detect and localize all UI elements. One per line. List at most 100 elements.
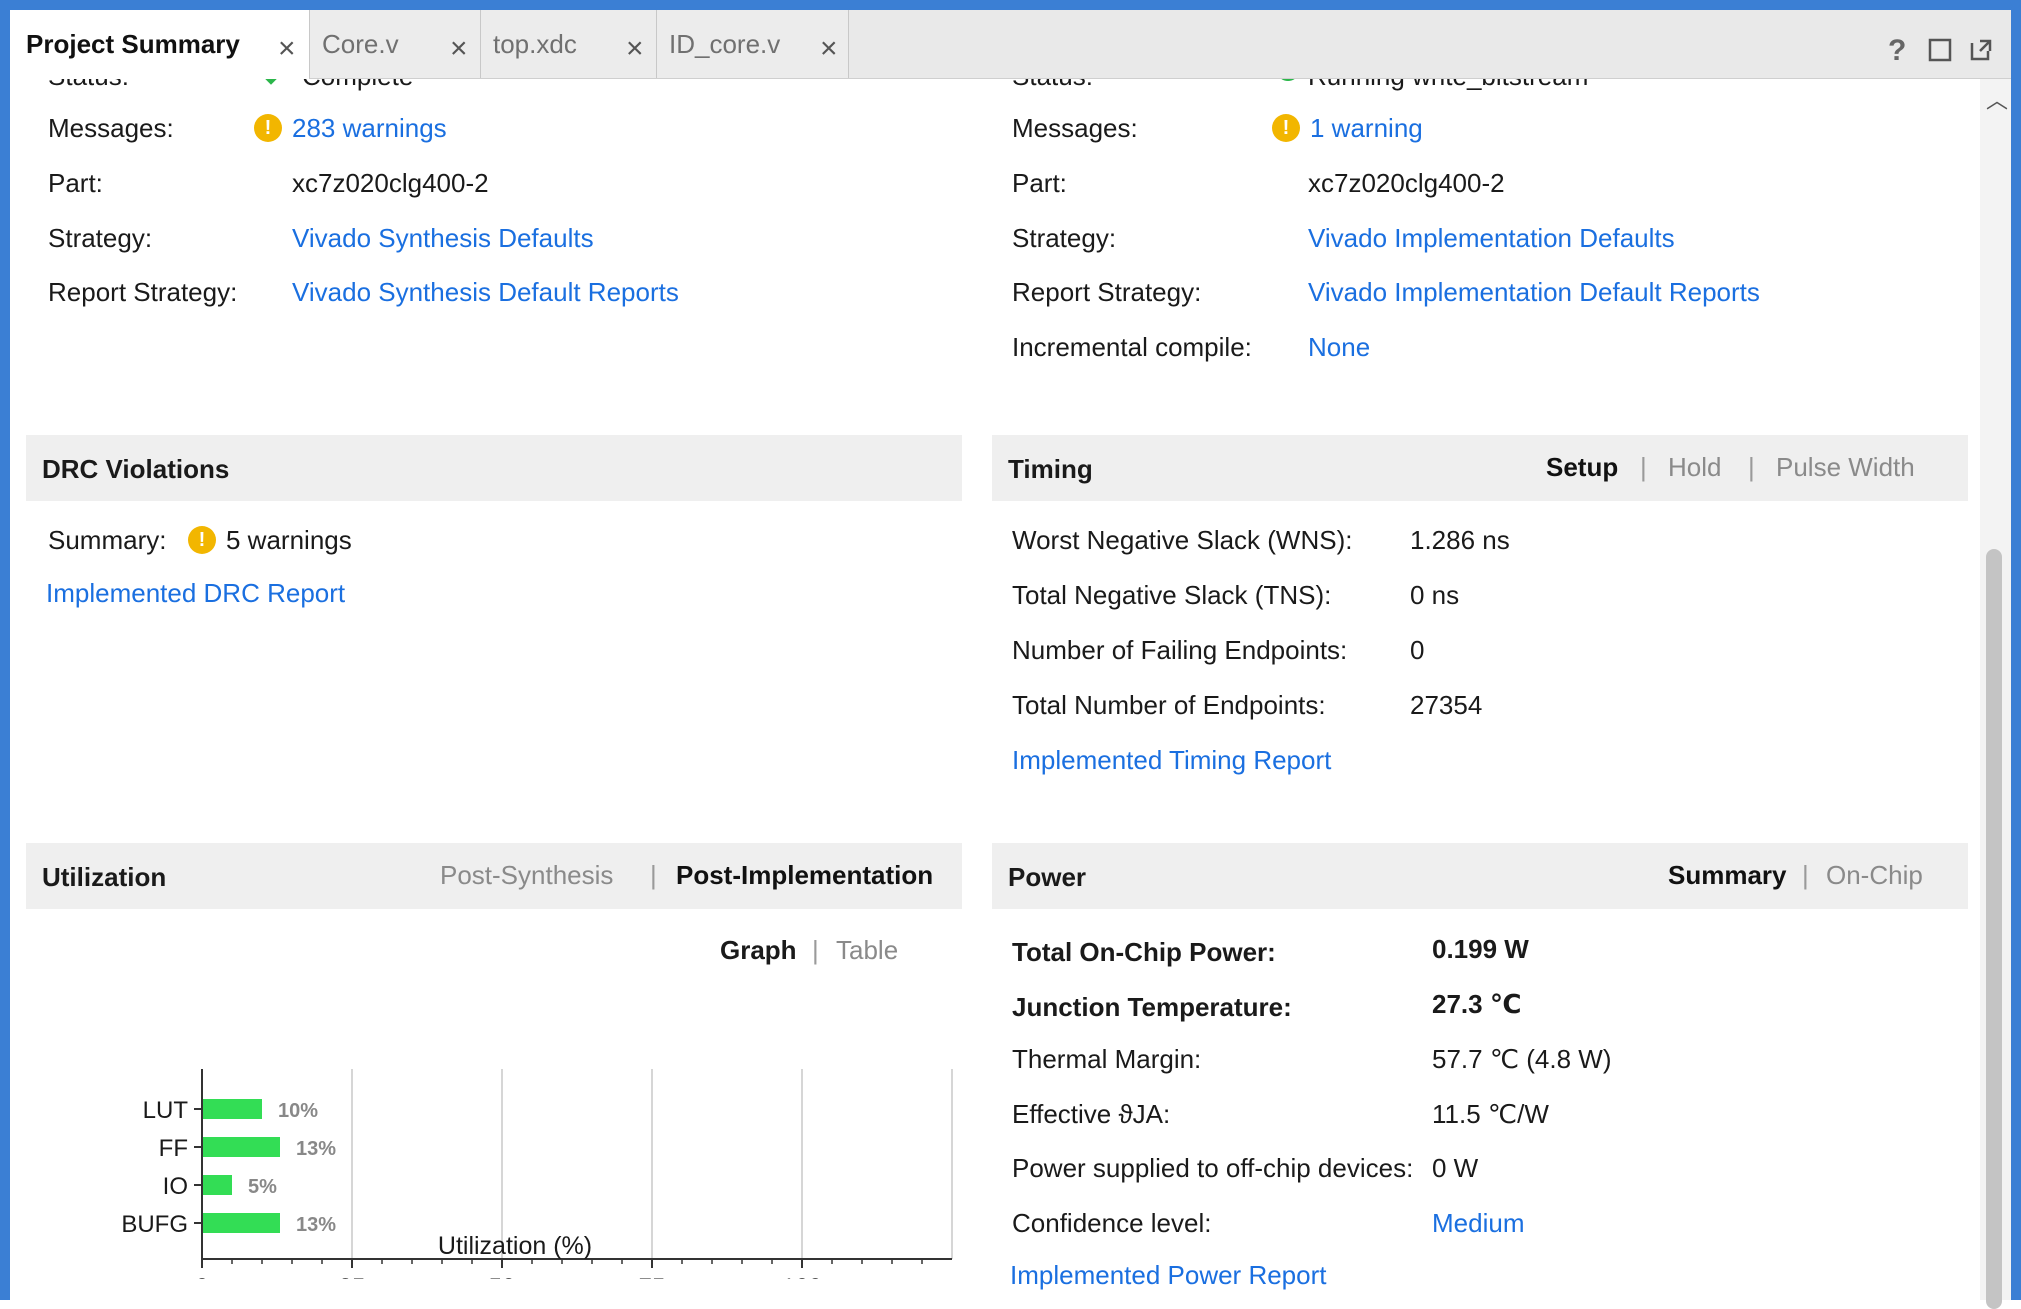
- synthesis-report-strategy-link[interactable]: Vivado Synthesis Default Reports: [292, 277, 679, 307]
- tab-core-v[interactable]: Core.v ×: [310, 10, 481, 78]
- tab-label: Core.v: [322, 29, 399, 59]
- warning-icon: !: [1272, 114, 1300, 142]
- synthesis-warnings-link[interactable]: 283 warnings: [292, 113, 447, 143]
- utilization-chart: 10% 13% 5% 13% 0 25 50 75 100 LUT FF IO BUFG Utiliz…: [121, 1069, 953, 1279]
- close-icon[interactable]: ×: [820, 34, 838, 64]
- chart-grid: [351, 1069, 953, 1259]
- utilization-title: Utilization: [42, 862, 167, 892]
- utilization-tab-post-implementation[interactable]: Post-Implementation: [676, 860, 933, 891]
- timing-tab-hold[interactable]: Hold: [1668, 452, 1721, 483]
- offchip-power-label: Power supplied to off-chip devices:: [1012, 1153, 1414, 1183]
- tab-label: ID_core.v: [669, 29, 781, 59]
- synthesis-status-row: Status: Complete: [48, 79, 548, 91]
- float-icon[interactable]: [1968, 37, 1994, 63]
- implementation-warnings-link[interactable]: 1 warning: [1310, 113, 1423, 143]
- tab-label: Project Summary: [26, 29, 240, 59]
- timing-report-link[interactable]: Implemented Timing Report: [1012, 745, 1331, 775]
- tab-separator: |: [650, 860, 657, 890]
- drc-header: DRC Violations: [26, 435, 962, 501]
- power-tab-summary[interactable]: Summary: [1668, 860, 1787, 891]
- messages-label: Messages:: [48, 113, 174, 143]
- x-tick-label: 100: [782, 1274, 822, 1279]
- running-icon: [1276, 79, 1300, 81]
- report-strategy-label: Report Strategy:: [48, 277, 238, 307]
- data-label: 13%: [296, 1138, 336, 1160]
- thermal-margin-value: 57.7 ℃ (4.8 W): [1432, 1044, 1612, 1074]
- tab-project-summary[interactable]: Project Summary ×: [10, 10, 310, 79]
- tab-label: top.xdc: [493, 29, 577, 59]
- junction-temp-label: Junction Temperature:: [1012, 992, 1292, 1022]
- strategy-label: Strategy:: [1012, 223, 1117, 253]
- power-title: Power: [1008, 862, 1087, 892]
- close-icon[interactable]: ×: [626, 34, 644, 64]
- implementation-status-row: Status: Running write_bitstream: [1012, 79, 1712, 91]
- confidence-level-label: Confidence level:: [1012, 1208, 1212, 1238]
- effective-theta-label: Effective ϑJA:: [1012, 1099, 1171, 1129]
- data-label: 13%: [296, 1214, 336, 1236]
- warning-icon: !: [254, 114, 282, 142]
- tns-label: Total Negative Slack (TNS):: [1012, 580, 1332, 610]
- drc-summary-value: 5 warnings: [226, 525, 352, 555]
- tab-separator: |: [1802, 860, 1809, 890]
- project-summary-content: Status: Complete Messages: ! 283 warning…: [10, 79, 1980, 1300]
- bar-io: [202, 1175, 232, 1195]
- utilization-view-table[interactable]: Table: [836, 935, 898, 965]
- wns-label: Worst Negative Slack (WNS):: [1012, 525, 1353, 555]
- drc-summary-label: Summary:: [48, 525, 167, 555]
- tab-bar: Project Summary × Core.v × top.xdc × ID_…: [10, 10, 2011, 79]
- category-label: IO: [163, 1173, 188, 1200]
- category-label: FF: [159, 1135, 188, 1162]
- maximize-icon[interactable]: [1928, 38, 1952, 62]
- thermal-margin-label: Thermal Margin:: [1012, 1044, 1202, 1074]
- tab-top-xdc[interactable]: top.xdc ×: [481, 10, 657, 78]
- power-header: Power Summary | On-Chip: [992, 843, 1968, 909]
- timing-header: Timing Setup | Hold | Pulse Width: [992, 435, 1968, 501]
- wns-value: 1.286 ns: [1410, 525, 1510, 555]
- tab-separator: |: [1640, 452, 1647, 482]
- effective-theta-value: 11.5 ℃/W: [1432, 1099, 1549, 1129]
- help-icon[interactable]: ?: [1888, 36, 1906, 66]
- total-power-label: Total On-Chip Power:: [1012, 937, 1276, 967]
- scrollbar-thumb[interactable]: [1986, 549, 2002, 1309]
- timing-tab-setup[interactable]: Setup: [1546, 452, 1618, 483]
- power-tab-on-chip[interactable]: On-Chip: [1826, 860, 1923, 891]
- close-icon[interactable]: ×: [450, 34, 468, 64]
- status-value: Complete: [302, 79, 413, 91]
- timing-tab-pulse-width[interactable]: Pulse Width: [1776, 452, 1915, 483]
- timing-title: Timing: [1008, 454, 1093, 484]
- total-endpoints-label: Total Number of Endpoints:: [1012, 690, 1326, 720]
- status-label: Status:: [48, 79, 129, 91]
- warning-icon: !: [188, 526, 216, 554]
- power-report-link[interactable]: Implemented Power Report: [1010, 1260, 1326, 1290]
- data-label: 10%: [278, 1100, 318, 1122]
- incremental-compile-label: Incremental compile:: [1012, 332, 1252, 362]
- implementation-strategy-link[interactable]: Vivado Implementation Defaults: [1308, 223, 1675, 253]
- part-value: xc7z020clg400-2: [1308, 168, 1505, 198]
- tab-id-core-v[interactable]: ID_core.v ×: [657, 10, 849, 78]
- bar-lut: [202, 1099, 262, 1119]
- close-icon[interactable]: ×: [278, 34, 296, 64]
- messages-label: Messages:: [1012, 113, 1138, 143]
- incremental-compile-link[interactable]: None: [1308, 332, 1370, 362]
- total-power-value: 0.199 W: [1432, 934, 1529, 964]
- report-strategy-label: Report Strategy:: [1012, 277, 1202, 307]
- total-endpoints-value: 27354: [1410, 690, 1483, 720]
- utilization-tab-post-synthesis[interactable]: Post-Synthesis: [440, 860, 613, 891]
- bar-bufg: [202, 1213, 280, 1233]
- data-label: 5%: [248, 1176, 277, 1198]
- scroll-up-icon[interactable]: ︿: [1986, 83, 2008, 115]
- utilization-view-graph[interactable]: Graph: [720, 935, 797, 965]
- synthesis-strategy-link[interactable]: Vivado Synthesis Defaults: [292, 223, 594, 253]
- failing-endpoints-label: Number of Failing Endpoints:: [1012, 635, 1348, 665]
- drc-title: DRC Violations: [42, 454, 230, 484]
- drc-report-link[interactable]: Implemented DRC Report: [46, 578, 345, 608]
- vertical-scrollbar[interactable]: ︿: [1980, 79, 2011, 1309]
- confidence-level-link[interactable]: Medium: [1432, 1208, 1524, 1238]
- part-label: Part:: [1012, 168, 1067, 198]
- strategy-label: Strategy:: [48, 223, 153, 253]
- tab-separator: |: [812, 935, 819, 965]
- x-tick-label: 50: [489, 1274, 516, 1279]
- tns-value: 0 ns: [1410, 580, 1460, 610]
- chart-x-axis-label: Utilization (%): [438, 1232, 592, 1260]
- implementation-report-strategy-link[interactable]: Vivado Implementation Default Reports: [1308, 277, 1760, 307]
